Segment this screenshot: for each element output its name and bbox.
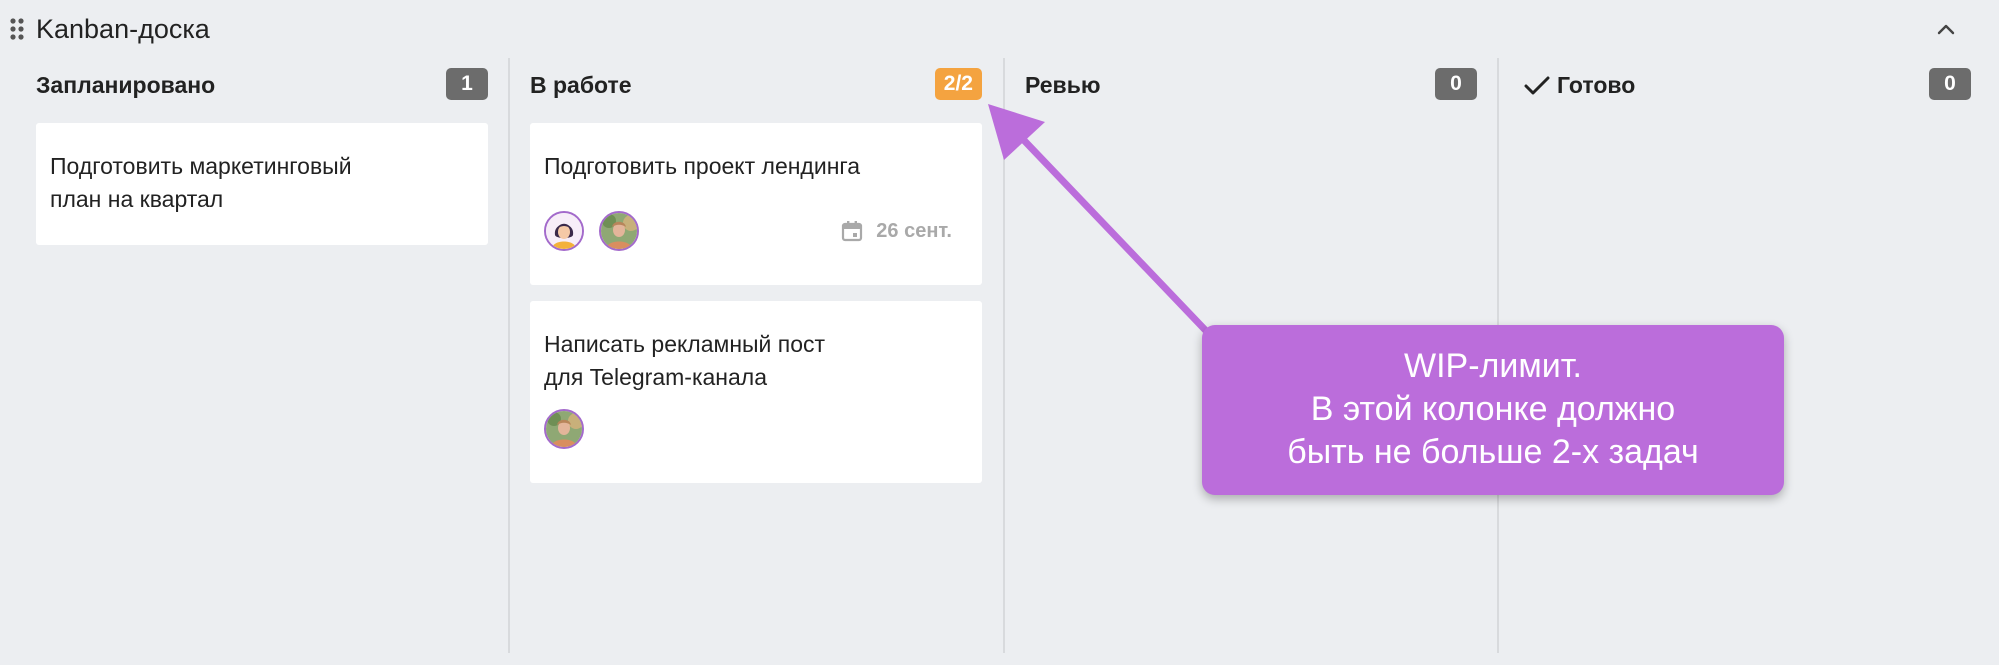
card-title: Написать рекламный пост для Telegram-кан… xyxy=(544,331,826,390)
check-icon xyxy=(1523,70,1551,100)
column-planned: Запланировано 1 Подготовить маркетинговы… xyxy=(36,58,488,653)
column-divider xyxy=(1003,58,1005,653)
column-title: Запланировано xyxy=(36,72,216,98)
avatar[interactable] xyxy=(599,211,639,251)
wip-limit-callout: WIP-лимит. В этой колонке должно быть не… xyxy=(1202,325,1784,495)
column-title: В работе xyxy=(530,72,632,98)
column-header: Готово 0 xyxy=(1523,58,1971,110)
avatar[interactable] xyxy=(544,211,584,251)
column-header: В работе 2/2 xyxy=(530,58,982,110)
column-in-progress: В работе 2/2 Подготовить проект лендинга xyxy=(530,58,982,653)
column-title: Ревью xyxy=(1025,72,1101,98)
due-date-text: 26 сент. xyxy=(876,220,952,242)
callout-text: WIP-лимит. В этой колонке должно быть не… xyxy=(1287,347,1699,471)
task-card[interactable]: Написать рекламный пост для Telegram-кан… xyxy=(530,301,982,483)
calendar-icon xyxy=(840,219,864,243)
board-title: Kanban-доска xyxy=(36,14,210,44)
column-divider xyxy=(508,58,510,653)
column-title: Готово xyxy=(1557,72,1636,98)
count-badge: 0 xyxy=(1435,68,1477,100)
due-date: 26 сент. xyxy=(842,216,952,246)
board-header: Kanban-доска xyxy=(0,0,1999,58)
avatar[interactable] xyxy=(544,409,584,449)
task-card[interactable]: Подготовить проект лендинга 26 сент. xyxy=(530,123,982,285)
card-title: Подготовить маркетинговый план на кварта… xyxy=(50,153,352,212)
count-badge: 0 xyxy=(1929,68,1971,100)
wip-count-badge: 2/2 xyxy=(934,68,982,100)
column-header: Запланировано 1 xyxy=(36,58,488,110)
count-badge: 1 xyxy=(446,68,488,100)
card-title: Подготовить проект лендинга xyxy=(544,153,861,179)
chevron-up-icon[interactable] xyxy=(1930,14,1962,46)
task-card[interactable]: Подготовить маркетинговый план на кварта… xyxy=(36,123,488,245)
drag-handle-icon[interactable] xyxy=(9,17,25,41)
column-header: Ревью 0 xyxy=(1025,58,1477,110)
